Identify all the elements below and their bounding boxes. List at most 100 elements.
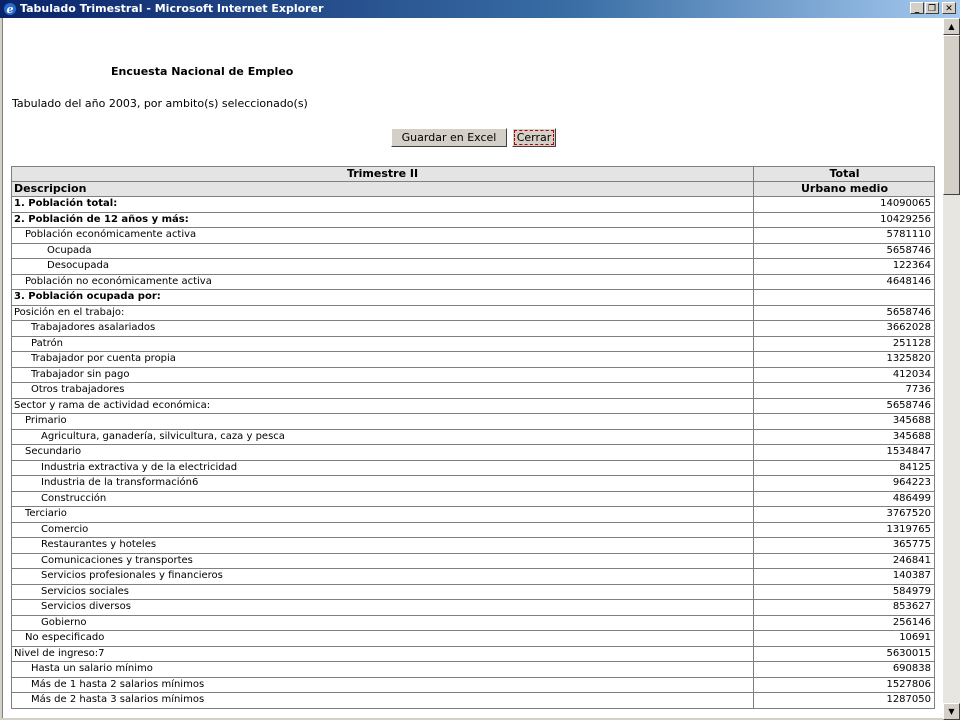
table-row: Trabajador por cuenta propia 1325820 bbox=[11, 352, 935, 368]
row-value: 14090065 bbox=[755, 197, 935, 212]
row-description: Ocupada bbox=[11, 243, 754, 258]
row-description: Trabajador sin pago bbox=[11, 367, 754, 382]
table-row: Trabajadores asalariados 3662028 bbox=[11, 321, 935, 337]
row-value: 1319765 bbox=[755, 522, 935, 537]
maximize-button[interactable]: ❐ bbox=[925, 2, 939, 14]
table-row: Trabajador sin pago 412034 bbox=[11, 367, 935, 383]
row-description: Comercio bbox=[11, 522, 754, 537]
row-value: 1534847 bbox=[755, 445, 935, 460]
scroll-down-icon[interactable]: ▼ bbox=[943, 703, 960, 720]
row-value: 584979 bbox=[755, 584, 935, 599]
row-description: Hasta un salario mínimo bbox=[11, 662, 754, 677]
row-description: Otros trabajadores bbox=[11, 383, 754, 398]
row-value: 246841 bbox=[755, 553, 935, 568]
table-row: Restaurantes y hoteles 365775 bbox=[11, 538, 935, 554]
row-value: 1527806 bbox=[755, 677, 935, 692]
page-subtitle: Tabulado del año 2003, por ambito(s) sel… bbox=[12, 97, 308, 110]
table-row: Más de 2 hasta 3 salarios mínimos 1287050 bbox=[11, 693, 935, 709]
row-value: 345688 bbox=[755, 414, 935, 429]
close-page-button[interactable]: Cerrar bbox=[512, 128, 556, 147]
window-titlebar[interactable]: e Tabulado Trimestral - Microsoft Intern… bbox=[0, 0, 960, 18]
row-value: 256146 bbox=[755, 615, 935, 630]
table-row: 3. Población ocupada por: bbox=[11, 290, 935, 306]
row-description: Patrón bbox=[11, 336, 754, 351]
header-description: Descripcion bbox=[11, 181, 754, 196]
row-description: Gobierno bbox=[11, 615, 754, 630]
row-description: Servicios profesionales y financieros bbox=[11, 569, 754, 584]
row-description: Primario bbox=[11, 414, 754, 429]
table-row: Patrón 251128 bbox=[11, 336, 935, 352]
row-value: 1287050 bbox=[755, 693, 935, 708]
row-value: 10691 bbox=[755, 631, 935, 646]
vertical-scrollbar[interactable]: ▲ ▼ bbox=[943, 18, 960, 720]
results-table: Trimestre II Total Descripcion Urbano me… bbox=[11, 166, 935, 709]
row-value: 5781110 bbox=[755, 228, 935, 243]
table-row: Servicios sociales 584979 bbox=[11, 584, 935, 600]
row-description: Trabajadores asalariados bbox=[11, 321, 754, 336]
row-value: 690838 bbox=[755, 662, 935, 677]
page-content: Encuesta Nacional de Empleo Tabulado del… bbox=[2, 18, 943, 718]
row-description: Secundario bbox=[11, 445, 754, 460]
row-description: Trabajador por cuenta propia bbox=[11, 352, 754, 367]
row-value: 412034 bbox=[755, 367, 935, 382]
row-value bbox=[755, 290, 935, 305]
row-value: 1325820 bbox=[755, 352, 935, 367]
row-value: 5658746 bbox=[755, 398, 935, 413]
scroll-thumb[interactable] bbox=[943, 35, 960, 195]
row-description: Agricultura, ganadería, silvicultura, ca… bbox=[11, 429, 754, 444]
table-row: Industria extractiva y de la electricida… bbox=[11, 460, 935, 476]
row-value: 251128 bbox=[755, 336, 935, 351]
internet-explorer-icon: e bbox=[4, 3, 16, 16]
row-description: 1. Población total: bbox=[11, 197, 754, 212]
window-title: Tabulado Trimestral - Microsoft Internet… bbox=[20, 2, 324, 15]
table-row: Desocupada 122364 bbox=[11, 259, 935, 275]
table-subheader-row: Descripcion Urbano medio bbox=[11, 181, 935, 197]
row-description: Sector y rama de actividad económica: bbox=[11, 398, 754, 413]
row-description: Servicios sociales bbox=[11, 584, 754, 599]
row-value: 5658746 bbox=[755, 243, 935, 258]
row-description: Construcción bbox=[11, 491, 754, 506]
table-row: Construcción 486499 bbox=[11, 491, 935, 507]
svg-text:e: e bbox=[7, 3, 14, 16]
scroll-up-icon[interactable]: ▲ bbox=[943, 18, 960, 35]
row-value: 964223 bbox=[755, 476, 935, 491]
table-row: 2. Población de 12 años y más: 10429256 bbox=[11, 212, 935, 228]
row-value: 84125 bbox=[755, 460, 935, 475]
table-row: Hasta un salario mínimo 690838 bbox=[11, 662, 935, 678]
row-description: Más de 2 hasta 3 salarios mínimos bbox=[11, 693, 754, 708]
save-excel-button[interactable]: Guardar en Excel bbox=[391, 128, 507, 147]
row-description: Más de 1 hasta 2 salarios mínimos bbox=[11, 677, 754, 692]
table-body: 1. Población total: 14090065 2. Población … bbox=[11, 197, 935, 709]
row-value: 140387 bbox=[755, 569, 935, 584]
row-description: Comunicaciones y transportes bbox=[11, 553, 754, 568]
row-value: 3767520 bbox=[755, 507, 935, 522]
table-row: Posición en el trabajo: 5658746 bbox=[11, 305, 935, 321]
header-area: Urbano medio bbox=[755, 181, 935, 196]
row-value: 5630015 bbox=[755, 646, 935, 661]
row-value: 3662028 bbox=[755, 321, 935, 336]
table-row: Agricultura, ganadería, silvicultura, ca… bbox=[11, 429, 935, 445]
row-value: 5658746 bbox=[755, 305, 935, 320]
row-description: Nivel de ingreso:7 bbox=[11, 646, 754, 661]
row-value: 122364 bbox=[755, 259, 935, 274]
row-value: 345688 bbox=[755, 429, 935, 444]
table-row: Comunicaciones y transportes 246841 bbox=[11, 553, 935, 569]
minimize-button[interactable]: _ bbox=[910, 2, 924, 14]
row-description: Industria de la transformación6 bbox=[11, 476, 754, 491]
table-row: Población económicamente activa 5781110 bbox=[11, 228, 935, 244]
row-description: Industria extractiva y de la electricida… bbox=[11, 460, 754, 475]
row-description: Terciario bbox=[11, 507, 754, 522]
row-description: 3. Población ocupada por: bbox=[11, 290, 754, 305]
window-close-button[interactable]: ✕ bbox=[942, 2, 956, 14]
row-value: 853627 bbox=[755, 600, 935, 615]
table-row: Primario 345688 bbox=[11, 414, 935, 430]
row-description: No especificado bbox=[11, 631, 754, 646]
table-row: 1. Población total: 14090065 bbox=[11, 197, 935, 213]
table-header-row: Trimestre II Total bbox=[11, 166, 935, 182]
table-row: Gobierno 256146 bbox=[11, 615, 935, 631]
row-value: 4648146 bbox=[755, 274, 935, 289]
survey-title: Encuesta Nacional de Empleo bbox=[111, 65, 294, 78]
row-description: 2. Población de 12 años y más: bbox=[11, 212, 754, 227]
row-description: Servicios diversos bbox=[11, 600, 754, 615]
row-description: Población económicamente activa bbox=[11, 228, 754, 243]
